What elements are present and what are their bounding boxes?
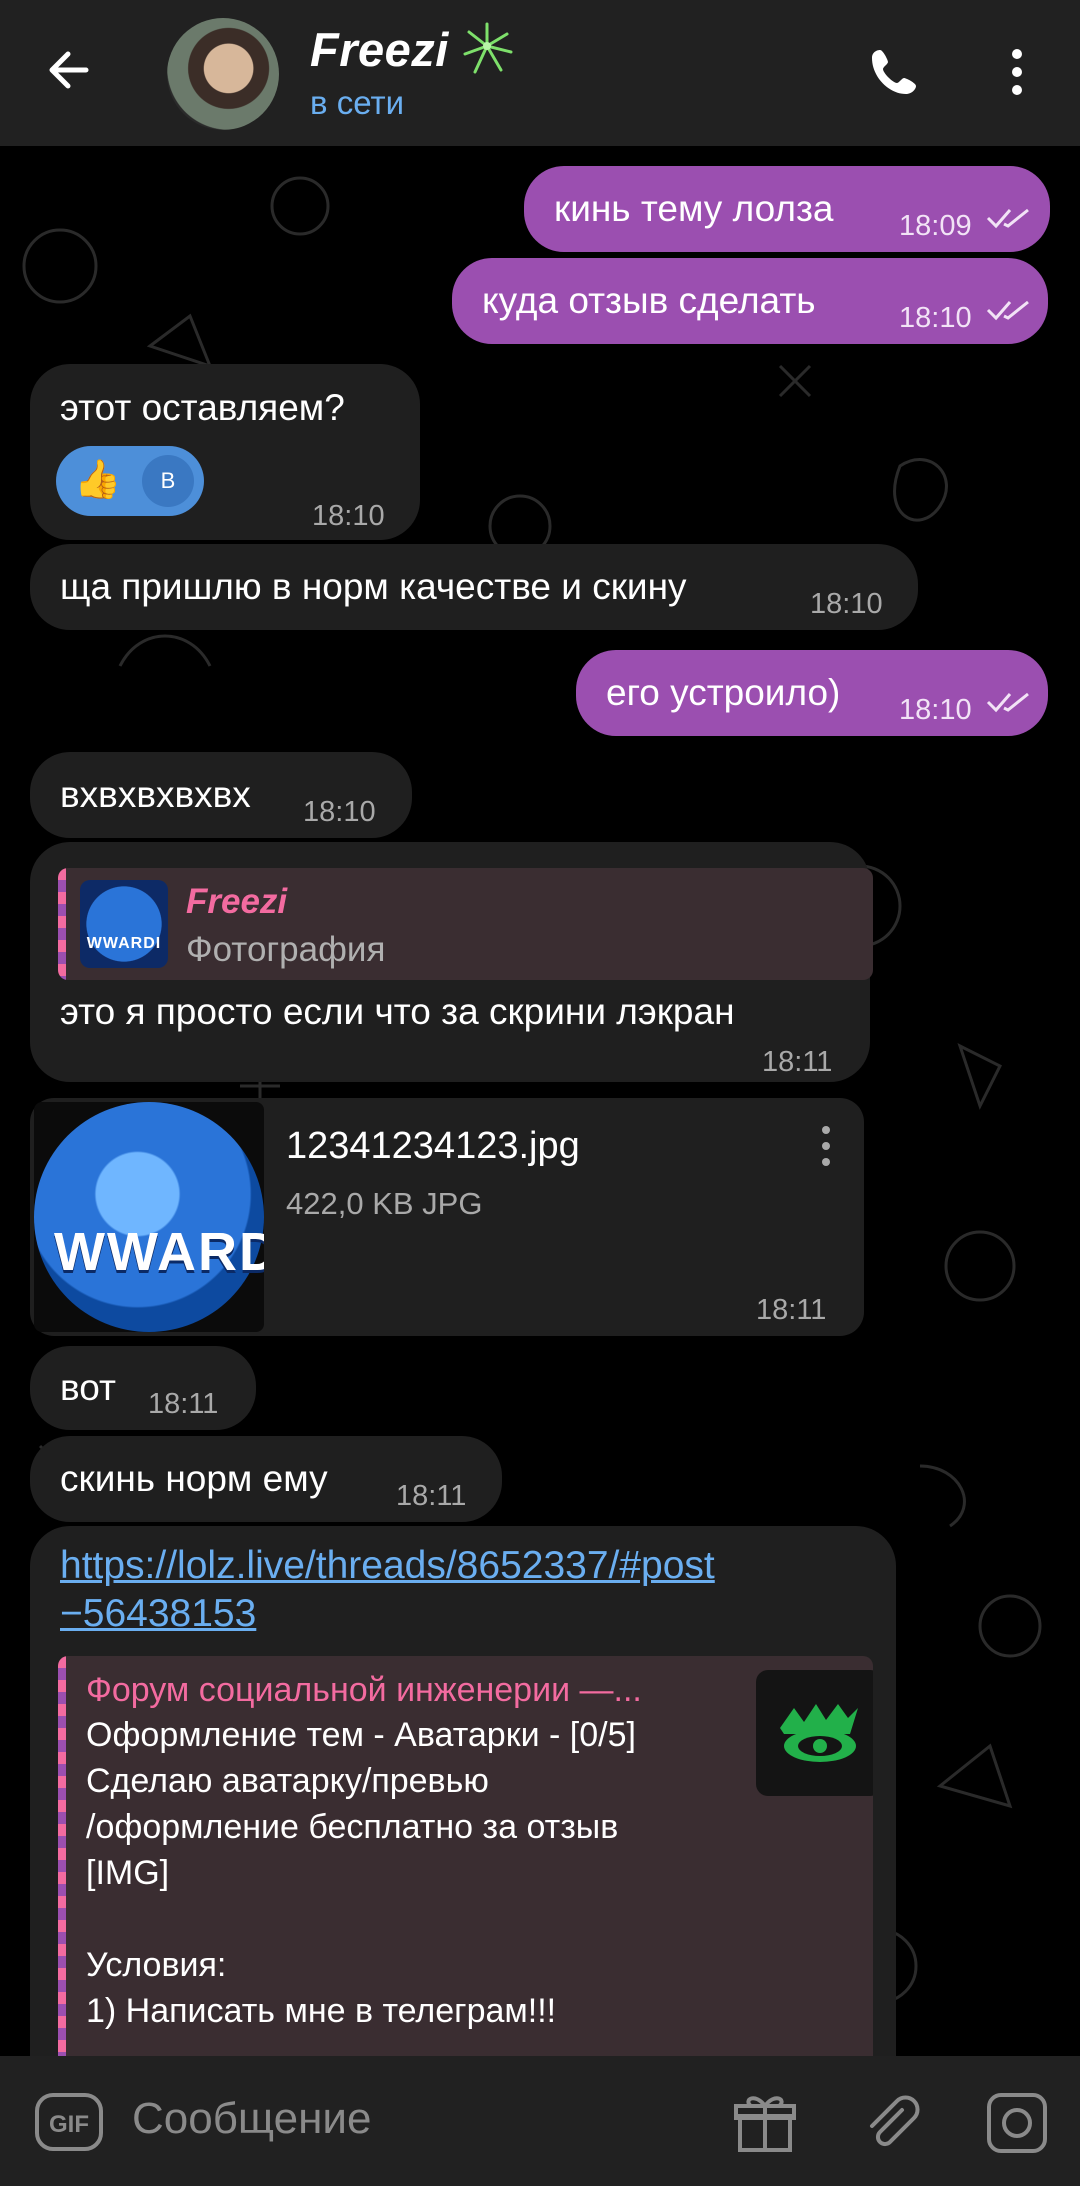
message-outgoing[interactable]: куда отзыв сделать 18:10 [452,258,1048,344]
message-incoming[interactable]: ща пришлю в норм качестве и скину 18:10 [30,544,918,630]
message-link[interactable]: https://lolz.live/threads/8652337/#post … [30,1526,896,2056]
message-time: 18:10 [899,694,972,726]
reaction-user-avatar: B [142,455,194,507]
phone-icon[interactable] [862,40,926,104]
message-text: скинь норм ему [60,1458,328,1499]
gif-label: GIF [49,2111,89,2138]
online-status: в сети [310,84,405,121]
thumbs-up-emoji: 👍 [74,459,122,501]
message-text: этот оставляем? [60,387,345,428]
file-thumbnail-image [34,1102,264,1332]
preview-logo-image [756,1670,873,1796]
chat-area[interactable]: кинь тему лолза 18:09 куда отзыв сделать… [0,146,1080,2056]
preview-site-name: Форум социальной инженерии —... [86,1671,642,1709]
message-time: 18:11 [148,1388,219,1420]
link-line-1[interactable]: https://lolz.live/threads/8652337/#post [60,1542,880,1590]
preview-accent-bar [58,1656,66,2056]
back-arrow-icon[interactable] [40,38,104,102]
message-incoming[interactable]: вот 18:11 [30,1346,256,1430]
reply-accent-bar [58,868,66,980]
preview-description: Оформление тем - Аватарки - [0/5] Сделаю… [86,1716,636,2030]
message-time: 18:10 [810,588,883,620]
message-text: его устроило) [606,672,841,713]
message-text: ща пришлю в норм качестве и скину [60,566,687,607]
link-preview[interactable]: Форум социальной инженерии —... Оформлен… [58,1656,873,2056]
chat-header: Freezi в сети [0,0,1080,146]
reply-thumb-text: WWARDI [86,935,162,952]
message-file[interactable]: WWARDI 12341234123.jpg 422,0 KB JPG 18:1… [30,1098,864,1336]
message-time: 18:11 [762,1046,833,1078]
message-input-bar: GIF Сообщение [0,2056,1080,2186]
message-text: это я просто если что за скрини лэкран [60,991,735,1032]
message-incoming[interactable]: WWARDI Freezi Фотография это я просто ес… [30,842,873,1082]
lolz-logo-icon [780,1704,858,1762]
file-thumbnail[interactable]: WWARDI [34,1102,264,1332]
camera-icon[interactable] [984,2090,1050,2156]
file-name[interactable]: 12341234123.jpg [286,1124,580,1168]
link-line-2[interactable]: −56438153 [60,1590,880,1638]
message-outgoing[interactable]: кинь тему лолза 18:09 [524,166,1050,252]
firework-emoji-icon [463,22,513,74]
message-time: 18:11 [756,1294,827,1326]
message-incoming[interactable]: этот оставляем? 👍 B 18:10 [30,364,420,540]
reply-type: Фотография [186,930,386,969]
read-checkmarks-icon [986,692,1029,713]
file-more-icon[interactable] [816,1122,836,1172]
message-text: вот [60,1367,116,1408]
message-incoming[interactable]: вхвхвхвхвх 18:10 [30,752,412,838]
message-time: 18:11 [396,1480,467,1512]
message-text: куда отзыв сделать [482,280,816,321]
message-time: 18:10 [303,796,376,828]
more-options-icon[interactable] [990,40,1044,104]
gif-icon[interactable]: GIF [34,2092,104,2152]
message-outgoing[interactable]: его устроило) 18:10 [576,650,1048,736]
file-meta: 422,0 KB JPG [286,1186,483,1221]
message-time: 18:10 [312,500,385,532]
message-time: 18:09 [899,210,972,242]
reaction-badge[interactable]: 👍 B [56,446,204,516]
read-checkmarks-icon [986,208,1029,229]
message-text: вхвхвхвхвх [60,774,251,815]
attach-icon[interactable] [858,2090,924,2156]
reply-author: Freezi [186,882,288,921]
message-link-url[interactable]: https://lolz.live/threads/8652337/#post … [60,1542,880,1638]
message-time: 18:10 [899,302,972,334]
reply-quote[interactable]: WWARDI Freezi Фотография [58,868,873,980]
gift-icon[interactable] [732,2090,798,2156]
avatar[interactable] [167,18,279,130]
chat-title[interactable]: Freezi [310,22,449,77]
read-checkmarks-icon [986,300,1029,321]
file-thumb-text: WWARDI [54,1222,264,1282]
message-input[interactable]: Сообщение [132,2094,371,2144]
message-incoming[interactable]: скинь норм ему 18:11 [30,1436,502,1522]
message-text: кинь тему лолза [554,188,834,229]
